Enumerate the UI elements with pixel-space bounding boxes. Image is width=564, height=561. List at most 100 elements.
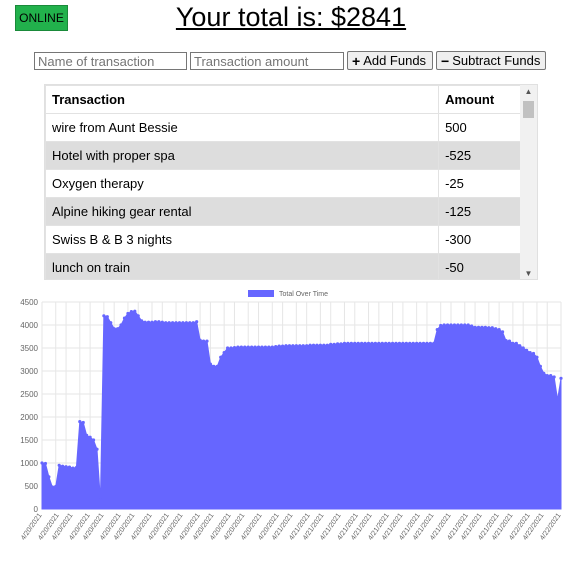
data-point [67, 465, 72, 469]
data-point [322, 343, 326, 347]
data-point [105, 315, 109, 319]
data-point [205, 339, 209, 343]
subtract-funds-label: Subtract Funds [452, 53, 541, 68]
data-point [91, 438, 96, 442]
legend-label: Total Over Time [279, 291, 328, 298]
data-point [157, 320, 161, 324]
table-row: Alpine hiking gear rental -125 [45, 197, 522, 226]
data-point [408, 341, 412, 345]
data-point [78, 420, 82, 424]
data-point [143, 320, 147, 324]
data-point [415, 341, 419, 345]
y-tick-label: 2000 [20, 413, 38, 422]
y-tick-label: 4000 [20, 321, 38, 330]
data-point [356, 341, 360, 345]
data-point [74, 466, 78, 470]
data-point [500, 330, 505, 334]
data-point [360, 341, 364, 345]
data-point [439, 323, 443, 328]
minus-icon: − [441, 52, 450, 69]
data-point [195, 320, 199, 324]
data-point [256, 345, 261, 349]
data-point [122, 316, 127, 320]
data-point [332, 342, 336, 346]
transaction-name-cell: Alpine hiking gear rental [45, 197, 440, 226]
data-point [511, 341, 515, 345]
data-point [401, 341, 405, 345]
data-point [507, 339, 512, 343]
transactions-table-container[interactable]: Transaction Amount wire from Aunt Bessie… [44, 84, 538, 280]
data-point [366, 341, 371, 345]
data-point [177, 321, 182, 325]
data-point [315, 343, 319, 347]
add-funds-button[interactable]: + Add Funds [347, 51, 433, 70]
data-point [428, 341, 432, 345]
y-tick-label: 4500 [20, 298, 38, 307]
data-point [459, 323, 463, 327]
data-point [129, 310, 133, 314]
data-point [98, 498, 103, 502]
data-point [483, 325, 487, 329]
data-point [480, 325, 484, 329]
data-point [514, 341, 518, 345]
data-point [325, 343, 329, 347]
data-point [126, 311, 130, 316]
data-point [370, 341, 374, 345]
data-point [250, 345, 254, 349]
transaction-amount-cell: -125 [438, 197, 522, 226]
table-scrollbar[interactable]: ▲ ▼ [520, 85, 537, 279]
data-point [61, 464, 65, 468]
data-point [545, 374, 549, 378]
data-point [552, 375, 556, 379]
transaction-name-input[interactable] [34, 52, 187, 70]
data-point [559, 376, 563, 380]
data-point [445, 323, 450, 327]
data-point [542, 371, 546, 375]
data-point [167, 321, 171, 325]
legend-swatch [248, 290, 274, 297]
data-point [490, 326, 494, 330]
data-point [267, 345, 271, 349]
total-heading: Your total is: $2841 [0, 0, 564, 34]
data-point [116, 327, 120, 331]
data-point [380, 341, 384, 345]
data-point [329, 342, 333, 346]
table-row: lunch on train -50 [45, 253, 522, 279]
data-point [150, 320, 154, 324]
data-point [452, 323, 457, 327]
subtract-funds-button[interactable]: − Subtract Funds [436, 51, 546, 70]
transaction-name-cell: wire from Aunt Bessie [45, 113, 440, 142]
data-point [64, 465, 68, 469]
data-point [353, 341, 357, 345]
y-tick-label: 2500 [20, 390, 38, 399]
data-point [226, 346, 230, 350]
data-point [181, 321, 185, 325]
data-point [136, 314, 140, 318]
data-point [253, 345, 257, 349]
transaction-amount-input[interactable] [190, 52, 344, 70]
scrollbar-thumb[interactable] [523, 101, 534, 118]
data-point [377, 341, 381, 345]
data-point [387, 341, 391, 345]
scroll-down-arrow-icon[interactable]: ▼ [520, 267, 537, 279]
data-point [140, 319, 144, 323]
transaction-amount-cell: -25 [438, 169, 522, 198]
data-point [287, 344, 292, 348]
data-point [525, 348, 529, 352]
data-point [270, 345, 274, 349]
transaction-amount-cell: -300 [438, 225, 522, 254]
data-point [494, 327, 498, 331]
data-point [198, 338, 202, 342]
data-point [538, 364, 542, 368]
data-point [246, 345, 250, 349]
data-point [298, 344, 302, 348]
data-point [549, 374, 553, 378]
table-row: Swiss B & B 3 nights -300 [45, 225, 522, 254]
data-point [521, 346, 525, 350]
data-point [208, 362, 213, 366]
table-row: Hotel with proper spa -525 [45, 141, 522, 170]
data-point [397, 341, 402, 345]
scroll-up-arrow-icon[interactable]: ▲ [520, 85, 537, 99]
data-point [456, 323, 460, 327]
data-point [294, 344, 298, 348]
